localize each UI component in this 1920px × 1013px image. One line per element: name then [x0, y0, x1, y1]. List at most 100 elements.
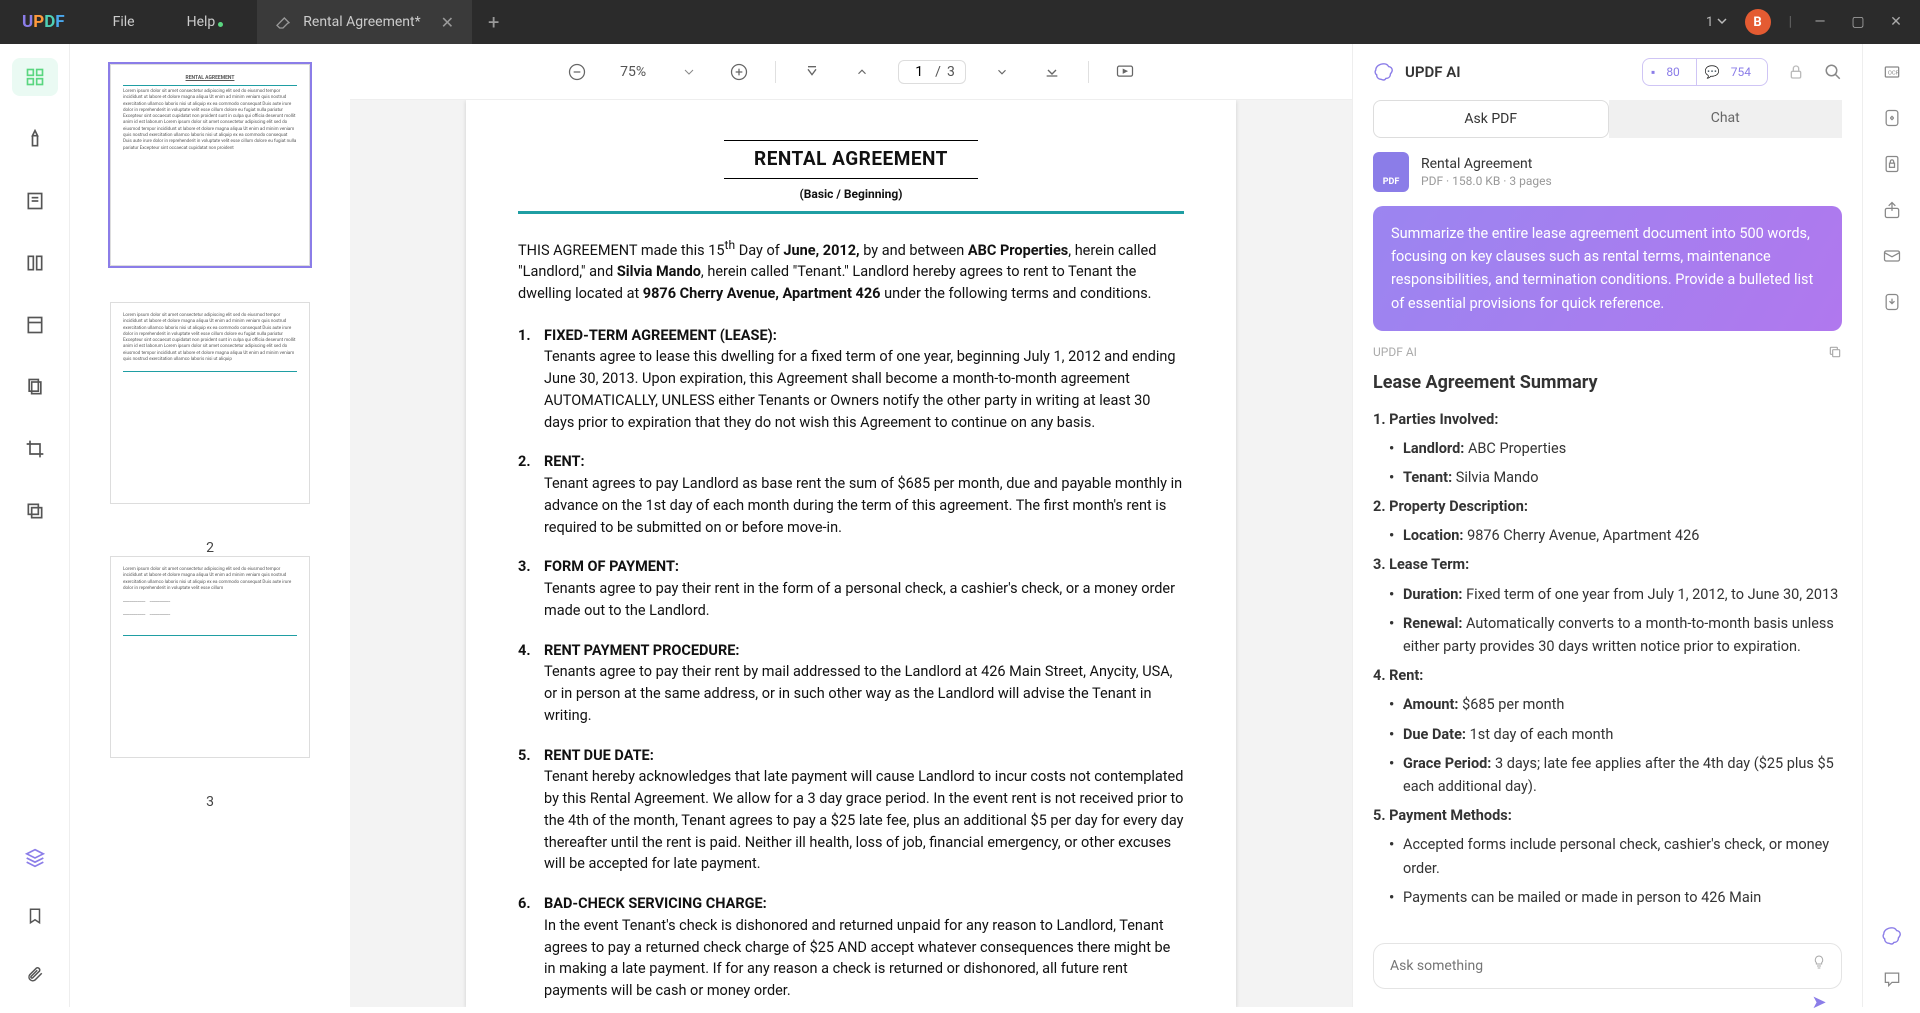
summary-line: 4. Rent:	[1373, 664, 1842, 687]
summary-line: Location: 9876 Cherry Avenue, Apartment …	[1373, 524, 1842, 547]
svg-text:OCR: OCR	[1887, 71, 1899, 77]
edit-tool-icon[interactable]	[12, 306, 58, 344]
doc-section: 4.RENT PAYMENT PROCEDURE:Tenants agree t…	[518, 640, 1184, 727]
right-sidebar: OCR	[1862, 44, 1920, 1007]
ai-panel-title: UPDF AI	[1405, 63, 1632, 81]
file-card: PDF Rental Agreement PDF · 158.0 KB · 3 …	[1373, 152, 1842, 192]
tab-chat[interactable]: Chat	[1609, 100, 1843, 138]
summary-title: Lease Agreement Summary	[1373, 369, 1842, 398]
page-current-field[interactable]	[909, 64, 929, 80]
thumbnail-panel: RENTAL AGREEMENTLorem ipsum dolor sit am…	[70, 44, 350, 1007]
user-avatar[interactable]: B	[1745, 9, 1771, 35]
reader-tool-icon[interactable]	[12, 244, 58, 282]
titlebar: UPDF File Help Rental Agreement* ✕ + 1 B…	[0, 0, 1920, 44]
summary-line: Landlord: ABC Properties	[1373, 437, 1842, 460]
next-page-icon[interactable]	[988, 58, 1016, 86]
form-tool-icon[interactable]	[12, 182, 58, 220]
doc-section: 5.RENT DUE DATE:Tenant hereby acknowledg…	[518, 745, 1184, 876]
thumbnail-page-2[interactable]: Lorem ipsum dolor sit amet consectetur a…	[110, 302, 310, 556]
close-tab-icon[interactable]: ✕	[441, 13, 454, 32]
close-window-icon[interactable]: ✕	[1886, 14, 1906, 30]
protect-icon[interactable]	[1882, 154, 1902, 174]
zoom-in-icon[interactable]	[725, 58, 753, 86]
ai-flower-icon[interactable]	[1881, 925, 1903, 947]
organize-tool-icon[interactable]	[12, 368, 58, 406]
zoom-out-icon[interactable]	[563, 58, 591, 86]
presentation-icon[interactable]	[1111, 58, 1139, 86]
token-badge[interactable]: ▪80 💬754	[1642, 58, 1768, 86]
window-counter[interactable]: 1	[1706, 15, 1727, 30]
summary-line: 1. Parties Involved:	[1373, 408, 1842, 431]
doc-section: 6.BAD-CHECK SERVICING CHARGE:In the even…	[518, 893, 1184, 1002]
doc-section: 1.FIXED-TERM AGREEMENT (LEASE):Tenants a…	[518, 325, 1184, 434]
document-page: RENTAL AGREEMENT (Basic / Beginning) THI…	[466, 100, 1236, 1007]
page-input[interactable]: / 3	[898, 60, 966, 84]
ai-panel: UPDF AI ▪80 💬754 Ask PDF Chat PDF Rental…	[1352, 44, 1862, 1007]
ai-response: Lease Agreement Summary 1. Parties Invol…	[1373, 369, 1842, 929]
prev-page-icon[interactable]	[848, 58, 876, 86]
summary-line: 3. Lease Term:	[1373, 553, 1842, 576]
highlighter-tool-icon[interactable]	[12, 120, 58, 158]
summary-line: Accepted forms include personal check, c…	[1373, 833, 1842, 879]
eraser-icon	[275, 14, 291, 30]
summary-line: Grace Period: 3 days; late fee applies a…	[1373, 752, 1842, 798]
search-icon[interactable]	[1824, 63, 1842, 81]
send-icon[interactable]: ➤	[1811, 992, 1826, 1013]
summary-line: Due Date: 1st day of each month	[1373, 723, 1842, 746]
bookmark-icon[interactable]	[12, 897, 58, 935]
summary-line: Tenant: Silvia Mando	[1373, 466, 1842, 489]
document-viewport: 75% / 3 RENTAL AGREEMENT (Basic / Beginn…	[350, 44, 1352, 1007]
doc-intro: THIS AGREEMENT made this 15th Day of Jun…	[518, 236, 1184, 305]
summary-line: Renewal: Automatically converts to a mon…	[1373, 612, 1842, 658]
ai-input[interactable]	[1390, 958, 1825, 974]
doc-section: 2.RENT:Tenant agrees to pay Landlord as …	[518, 451, 1184, 538]
zoom-dropdown-icon[interactable]	[675, 58, 703, 86]
thumbnail-page-1[interactable]: RENTAL AGREEMENTLorem ipsum dolor sit am…	[110, 64, 310, 266]
tab-title: Rental Agreement*	[303, 14, 420, 30]
thumbnail-tool-icon[interactable]	[12, 58, 58, 96]
minimize-icon[interactable]: —	[1810, 14, 1830, 30]
maximize-icon[interactable]: ▢	[1848, 14, 1868, 30]
first-page-icon[interactable]	[798, 58, 826, 86]
save-icon[interactable]	[1882, 292, 1902, 312]
new-tab-button[interactable]: +	[472, 10, 515, 34]
user-prompt: Summarize the entire lease agreement doc…	[1373, 206, 1842, 331]
tab-ask-pdf[interactable]: Ask PDF	[1373, 100, 1609, 138]
file-name: Rental Agreement	[1421, 156, 1552, 172]
document-tab[interactable]: Rental Agreement* ✕	[257, 0, 472, 44]
share-icon[interactable]	[1882, 200, 1902, 220]
crop-tool-icon[interactable]	[12, 430, 58, 468]
page-total: 3	[947, 64, 955, 80]
summary-line: Amount: $685 per month	[1373, 693, 1842, 716]
menu-file[interactable]: File	[87, 14, 161, 30]
last-page-icon[interactable]	[1038, 58, 1066, 86]
left-sidebar	[0, 44, 70, 1007]
summary-line: Duration: Fixed term of one year from Ju…	[1373, 583, 1842, 606]
ai-logo-icon	[1373, 61, 1395, 83]
summary-line: Payments can be mailed or made in person…	[1373, 886, 1842, 909]
doc-toolbar: 75% / 3	[350, 44, 1352, 100]
thumbnail-page-3[interactable]: Lorem ipsum dolor sit amet consectetur a…	[110, 556, 310, 810]
file-info: PDF · 158.0 KB · 3 pages	[1421, 174, 1552, 188]
compress-icon[interactable]	[1882, 108, 1902, 128]
responder-label: UPDF AI	[1373, 345, 1417, 359]
summary-line: 5. Payment Methods:	[1373, 804, 1842, 827]
comment-icon[interactable]	[1882, 969, 1902, 989]
zoom-level: 75%	[613, 64, 653, 80]
lightbulb-icon[interactable]	[1811, 954, 1827, 970]
ai-input-area: ➤	[1373, 943, 1842, 989]
layers-icon[interactable]	[12, 839, 58, 877]
ocr-icon[interactable]: OCR	[1882, 62, 1902, 82]
summary-line: 2. Property Description:	[1373, 495, 1842, 518]
app-logo: UPDF	[0, 12, 87, 32]
menu-help[interactable]: Help	[161, 14, 242, 30]
extract-tool-icon[interactable]	[12, 492, 58, 530]
pdf-file-icon: PDF	[1373, 152, 1409, 192]
attachment-icon[interactable]	[12, 955, 58, 993]
page-scroll[interactable]: RENTAL AGREEMENT (Basic / Beginning) THI…	[350, 100, 1352, 1007]
email-icon[interactable]	[1882, 246, 1902, 266]
lock-icon[interactable]	[1788, 64, 1804, 80]
copy-icon[interactable]	[1828, 345, 1842, 359]
doc-subtitle: (Basic / Beginning)	[518, 185, 1184, 203]
doc-title: RENTAL AGREEMENT	[724, 140, 978, 179]
